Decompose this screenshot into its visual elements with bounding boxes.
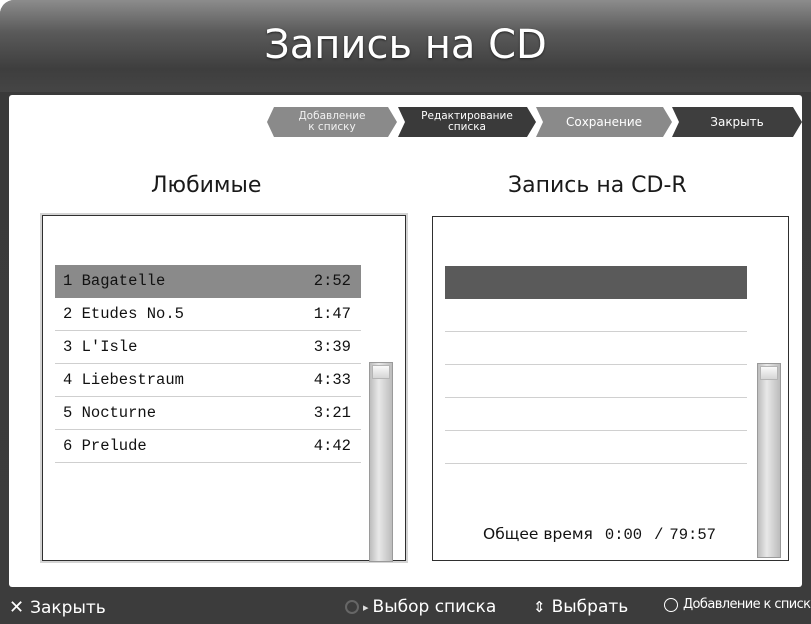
track-name: 2 Etudes No.5 — [63, 305, 184, 323]
total-time-label: Общее время — [483, 525, 593, 543]
track-time: 4:33 — [313, 371, 351, 389]
circle-button-icon — [664, 597, 678, 612]
favorites-scrollbar[interactable] — [369, 362, 393, 562]
total-time: Общее время 0:00 / 79:57 — [483, 525, 783, 544]
track-time: 2:52 — [313, 272, 351, 290]
track-name: 1 Bagatelle — [63, 272, 166, 290]
favorites-row[interactable]: 3 L'Isle 3:39 — [55, 331, 361, 364]
cd-r-row[interactable] — [445, 299, 747, 332]
favorites-rows: 1 Bagatelle 2:52 2 Etudes No.5 1:47 3 L'Isle… — [55, 265, 361, 463]
step-add-to-list[interactable]: Добавление к списку — [267, 107, 397, 137]
step-edit-list[interactable]: Редактирование списка — [398, 107, 536, 137]
cd-r-row[interactable] — [445, 365, 747, 398]
total-time-used: 0:00 — [604, 526, 643, 544]
step-close-label: Закрыть — [710, 114, 764, 129]
favorites-row[interactable]: 2 Etudes No.5 1:47 — [55, 298, 361, 331]
title-bar: Запись на CD — [0, 0, 811, 92]
favorites-scroll-thumb[interactable] — [372, 365, 390, 379]
favorites-row[interactable]: 6 Prelude 4:42 — [55, 430, 361, 463]
step-edit-list-label: Редактирование списка — [421, 110, 513, 133]
main-panel: Добавление к списку Редактирование списк… — [9, 95, 802, 587]
track-time: 3:39 — [313, 338, 351, 356]
track-time: 4:42 — [313, 437, 351, 455]
cd-r-row[interactable] — [445, 398, 747, 431]
cd-r-rows — [445, 266, 747, 464]
favorites-row[interactable]: 5 Nocturne 3:21 — [55, 397, 361, 430]
up-down-arrows-icon: ⇕ — [533, 598, 546, 616]
track-name: 5 Nocturne — [63, 404, 157, 422]
help-select[interactable]: ⇕ Выбрать — [533, 597, 628, 617]
help-bar: ✕ Закрыть ▸ Выбор списка ⇕ Выбрать Добав… — [0, 592, 811, 624]
favorites-row[interactable]: 4 Liebestraum 4:33 — [55, 364, 361, 397]
screen: Запись на CD Добавление к списку Редакти… — [0, 0, 811, 624]
step-close[interactable]: Закрыть — [672, 107, 802, 137]
track-time: 3:21 — [313, 404, 351, 422]
help-add[interactable]: Добавление к списку — [664, 597, 811, 612]
cd-r-scroll-thumb[interactable] — [760, 366, 778, 380]
cd-r-title: Запись на CD-R — [508, 173, 687, 198]
favorites-list[interactable]: 1 Bagatelle 2:52 2 Etudes No.5 1:47 3 L'Isle… — [42, 215, 406, 562]
favorites-title: Любимые — [151, 173, 262, 198]
step-save-label: Сохранение — [565, 114, 643, 129]
help-close-label: Закрыть — [30, 597, 106, 618]
close-x-icon: ✕ — [9, 597, 25, 618]
favorites-row[interactable]: 1 Bagatelle 2:52 — [55, 265, 361, 298]
help-close[interactable]: ✕ Закрыть — [9, 597, 106, 618]
window-title: Запись на CD — [264, 22, 547, 68]
total-time-separator: / — [654, 526, 664, 544]
dial-icon — [345, 600, 359, 614]
help-list-select-label: Выбор списка — [372, 597, 497, 617]
track-name: 3 L'Isle — [63, 338, 138, 356]
cd-r-list[interactable]: Общее время 0:00 / 79:57 — [432, 216, 789, 561]
track-name: 6 Prelude — [63, 437, 147, 455]
step-save[interactable]: Сохранение — [536, 107, 672, 137]
total-time-capacity: 79:57 — [669, 526, 716, 544]
track-time: 1:47 — [313, 305, 351, 323]
track-name: 4 Liebestraum — [63, 371, 184, 389]
cd-r-row[interactable] — [445, 431, 747, 464]
cd-r-row[interactable] — [445, 332, 747, 365]
cd-r-row[interactable] — [445, 266, 747, 299]
help-select-label: Выбрать — [551, 597, 629, 617]
step-add-to-list-label: Добавление к списку — [298, 110, 366, 133]
help-list-select[interactable]: ▸ Выбор списка — [345, 597, 496, 617]
arrow-right-icon: ▸ — [363, 600, 369, 614]
help-add-label: Добавление к списку — [683, 597, 811, 612]
